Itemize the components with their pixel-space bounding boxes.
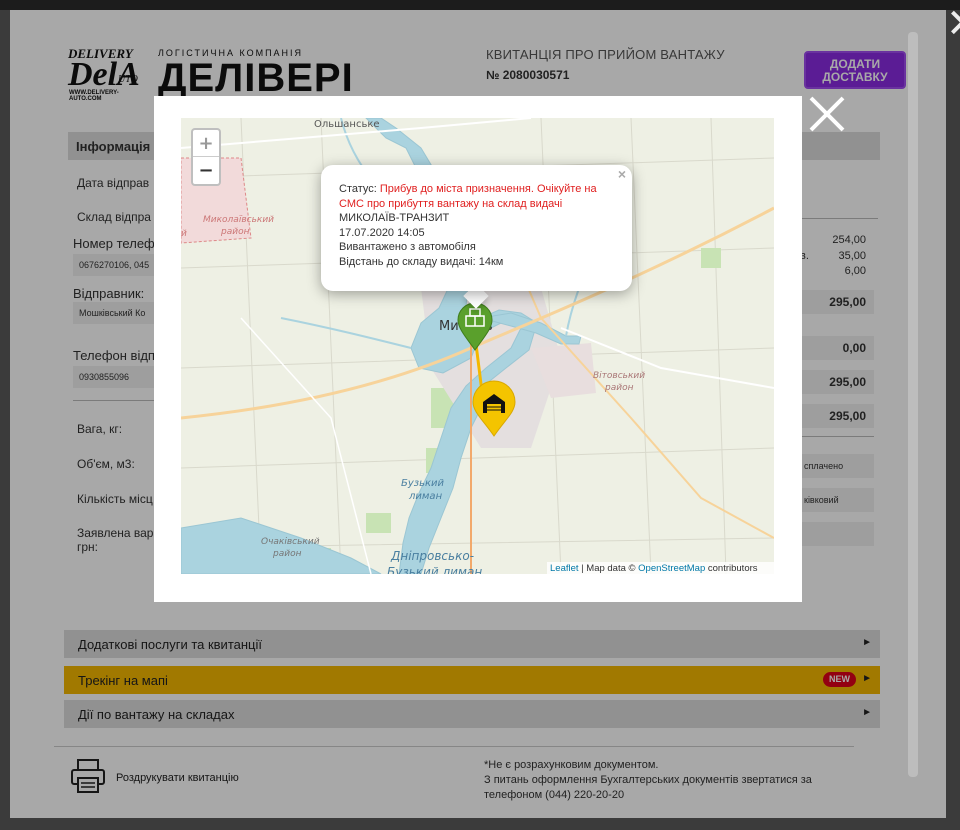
map-label-raion-left: й xyxy=(181,229,187,239)
scrollbar[interactable] xyxy=(908,32,918,777)
map-label-olshanske: Ольшанське xyxy=(314,119,380,130)
map-label-vitovsky: Вітовський xyxy=(593,371,645,381)
map-label-ochakiv: Очаківський xyxy=(261,537,320,547)
outer-close-icon[interactable]: ✕ xyxy=(946,8,960,48)
map-label-ochakiv-2: район xyxy=(272,549,302,559)
popup-close-icon[interactable]: × xyxy=(618,167,626,182)
zoom-out-button[interactable]: − xyxy=(193,157,219,184)
attribution-text: | Map data © xyxy=(578,563,639,574)
map-attribution: Leaflet | Map data © OpenStreetMap contr… xyxy=(547,562,774,575)
close-icon[interactable] xyxy=(807,94,847,134)
map-label-buzky: Бузький xyxy=(401,478,445,489)
map-label-dniprovsko: Дніпровсько- xyxy=(390,549,474,563)
map-label-city-left: Ми xyxy=(439,319,459,334)
zoom-control: + − xyxy=(191,128,221,186)
attribution-end: contributors xyxy=(705,563,758,574)
popup-status: Статус: Прибув до міста призначення. Очі… xyxy=(339,182,614,211)
map-label-mykolaiv-raion-2: район xyxy=(220,227,250,237)
map-label-buzky-2: лиман xyxy=(408,491,443,502)
tracking-popup: × Статус: Прибув до міста призначення. О… xyxy=(321,165,632,291)
popup-distance: Відстань до складу видачі: 14км xyxy=(339,255,504,268)
popup-terminal: МИКОЛАЇВ-ТРАНЗИТ xyxy=(339,212,450,224)
popup-datetime: 17.07.2020 14:05 xyxy=(339,226,425,239)
popup-status-label: Статус: xyxy=(339,183,380,195)
map-label-vitovsky-2: район xyxy=(604,383,634,393)
leaflet-link[interactable]: Leaflet xyxy=(550,563,579,574)
openstreetmap-link[interactable]: OpenStreetMap xyxy=(638,563,705,574)
popup-event: Вивантажено з автомобіля xyxy=(339,241,476,253)
map-label-dniprovsko-2: Бузький лиман xyxy=(387,565,482,574)
zoom-in-button[interactable]: + xyxy=(193,130,219,157)
map-label-mykolaiv-raion: Миколаївський xyxy=(203,215,274,225)
